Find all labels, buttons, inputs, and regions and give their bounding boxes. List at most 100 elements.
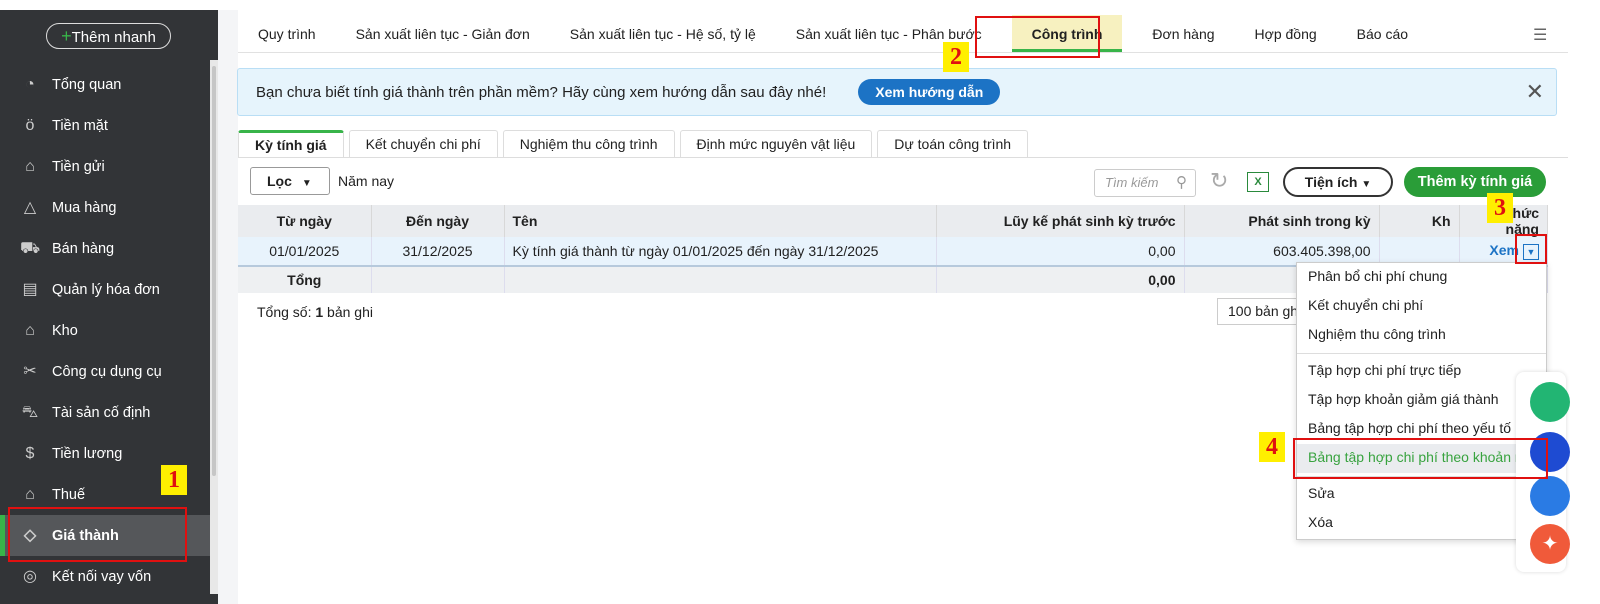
refresh-icon[interactable]: ↻	[1210, 168, 1228, 194]
count-value: 1	[315, 304, 324, 320]
menu-item-1[interactable]: Kết chuyển chi phí	[1297, 292, 1546, 321]
tax-icon: ⌂	[25, 485, 35, 503]
sidebar-item-7[interactable]: ✂ Công cụ dụng cụ	[0, 351, 210, 392]
total-prev: 0,00	[936, 266, 1185, 293]
sidebar-item-label: Tổng quan	[52, 76, 122, 93]
filter-button[interactable]: Lọc ▼	[250, 167, 330, 195]
menu-divider	[1297, 353, 1546, 354]
actions-dropdown-menu: Phân bổ chi phí chung Kết chuyển chi phí N…	[1296, 262, 1547, 540]
tab-1[interactable]: Sản xuất liên tục - Giản đơn	[336, 15, 550, 52]
bank-icon: ⌂	[25, 157, 35, 175]
count-suffix: bản ghi	[323, 304, 373, 320]
col-to: Đến ngày	[371, 205, 505, 237]
highlight-box-2	[975, 16, 1100, 58]
main-gutter	[218, 10, 238, 604]
cart-icon: ⛟	[20, 239, 41, 257]
tab-6[interactable]: Hợp đồng	[1235, 15, 1337, 52]
step-marker-4: 4	[1259, 432, 1285, 462]
search-placeholder: Tìm kiếm	[1105, 175, 1159, 190]
menu-item-4[interactable]: Tập hợp khoản giảm giá thành	[1297, 386, 1546, 415]
search-icon: ⚲	[1176, 174, 1187, 191]
menu-item-2[interactable]: Nghiệm thu công trình	[1297, 321, 1546, 350]
invoice-icon: ▤	[22, 280, 38, 298]
community-icon[interactable]	[1530, 476, 1570, 516]
tab-5[interactable]: Đơn hàng	[1132, 15, 1234, 52]
highlight-box-1	[8, 507, 187, 562]
view-guide-button[interactable]: Xem hướng dẫn	[858, 79, 1001, 105]
sidebar-item-8[interactable]: ⛍ Tài sản cố định	[0, 392, 210, 433]
shopping-bag-icon: △	[23, 198, 37, 216]
close-icon[interactable]: ✕	[1526, 79, 1544, 105]
total-label: Tổng	[238, 266, 372, 293]
table-header: Từ ngày Đến ngày Tên Lũy kế phát sinh kỳ…	[238, 205, 1548, 237]
cell-prev: 0,00	[936, 237, 1185, 267]
sidebar-item-6[interactable]: ⌂ Kho	[0, 310, 210, 351]
sidebar-item-1[interactable]: ö Tiền mặt	[0, 105, 210, 146]
plus-icon: +	[61, 26, 72, 46]
sidebar-item-4[interactable]: ⛟ Bán hàng	[0, 228, 210, 269]
quick-add-button[interactable]: +Thêm nhanh	[46, 23, 171, 49]
menu-item-3[interactable]: Tập hợp chi phí trực tiếp	[1297, 357, 1546, 386]
sidebar-item-3[interactable]: △ Mua hàng	[0, 187, 210, 228]
sidebar-item-12[interactable]: ◎ Kết nối vay vốn	[0, 556, 210, 597]
utility-button[interactable]: Tiện ích ▼	[1283, 167, 1393, 197]
cell-name: Kỳ tính giá thành từ ngày 01/01/2025 đến…	[504, 237, 937, 267]
sidebar-item-0[interactable]: ◔ Tổng quan	[0, 64, 210, 105]
tab-2[interactable]: Sản xuất liên tục - Hệ số, tỷ lệ	[550, 15, 776, 52]
sidebar-item-label: Bán hàng	[52, 240, 115, 257]
record-count: Tổng số: 1 bản ghi	[257, 304, 373, 320]
menu-item-8[interactable]: Xóa	[1297, 509, 1546, 538]
filter-label: Lọc	[267, 173, 292, 189]
highlight-box-4	[1293, 438, 1548, 479]
tab-0[interactable]: Quy trình	[238, 15, 336, 52]
subtab-0[interactable]: Kỳ tính giá	[238, 130, 344, 157]
chat-icon[interactable]	[1530, 382, 1570, 422]
sidebar-scrollbar[interactable]	[210, 60, 218, 594]
add-period-button[interactable]: Thêm kỳ tính giá	[1404, 167, 1546, 197]
sidebar-item-5[interactable]: ▤ Quản lý hóa đơn	[0, 269, 210, 310]
ai-assistant-icon[interactable]: ✦	[1530, 524, 1570, 564]
sidebar-item-label: Tiền gửi	[52, 158, 105, 175]
menu-item-7[interactable]: Sửa	[1297, 480, 1546, 509]
sidebar-item-label: Quản lý hóa đơn	[52, 281, 160, 298]
tab-7[interactable]: Báo cáo	[1337, 15, 1428, 52]
top-strip	[0, 0, 1600, 10]
main-tabs: Quy trình Sản xuất liên tục - Giản đơn Sản…	[238, 15, 1568, 53]
search-input[interactable]: Tìm kiếm ⚲	[1094, 169, 1196, 197]
col-current: Phát sinh trong kỳ	[1184, 205, 1380, 237]
subtab-2[interactable]: Nghiệm thu công trình	[502, 130, 675, 157]
guide-banner: Bạn chưa biết tính giá thành trên phần m…	[237, 68, 1557, 116]
subtab-4[interactable]: Dự toán công trình	[877, 130, 1029, 157]
cell-from: 01/01/2025	[238, 237, 372, 267]
chevron-down-icon: ▼	[1361, 179, 1372, 190]
col-prev: Lũy kế phát sinh kỳ trước	[936, 205, 1185, 237]
count-prefix: Tổng số:	[257, 304, 316, 320]
banner-text: Bạn chưa biết tính giá thành trên phần m…	[256, 83, 827, 101]
sidebar-item-label: Tiền lương	[52, 445, 123, 462]
sidebar-item-label: Tài sản cố định	[52, 404, 151, 421]
subtab-1[interactable]: Kết chuyển chi phí	[348, 130, 498, 157]
sidebar-item-label: Kết nối vay vốn	[52, 568, 152, 585]
step-marker-2: 2	[943, 42, 969, 72]
subtab-3[interactable]: Định mức nguyên vật liệu	[679, 130, 873, 157]
sidebar-item-2[interactable]: ⌂ Tiền gửi	[0, 146, 210, 187]
col-name: Tên	[504, 205, 937, 237]
settings-icon[interactable]: ☰	[1533, 25, 1547, 45]
sidebar-item-label: Mua hàng	[52, 199, 117, 216]
tools-icon: ✂	[23, 362, 37, 380]
period-label: Năm nay	[338, 173, 395, 189]
loan-icon: ◎	[23, 567, 37, 585]
quick-add-label: Thêm nhanh	[71, 29, 156, 46]
col-from: Từ ngày	[238, 205, 372, 237]
utility-label: Tiện ích	[1304, 174, 1358, 190]
menu-item-0[interactable]: Phân bổ chi phí chung	[1297, 263, 1546, 292]
sidebar-item-label: Tiền mặt	[52, 117, 108, 134]
excel-export-icon[interactable]: X	[1247, 172, 1269, 192]
salary-icon: $	[25, 444, 35, 462]
page-size-select[interactable]: 100 bản gh	[1217, 298, 1307, 325]
step-marker-3: 3	[1487, 193, 1513, 223]
highlight-box-3	[1515, 234, 1547, 264]
sub-tabs: Kỳ tính giá Kết chuyển chi phí Nghiệm thu …	[238, 130, 1568, 158]
sidebar-item-label: Thuế	[52, 486, 86, 503]
sidebar-item-label: Công cụ dụng cụ	[52, 363, 162, 380]
